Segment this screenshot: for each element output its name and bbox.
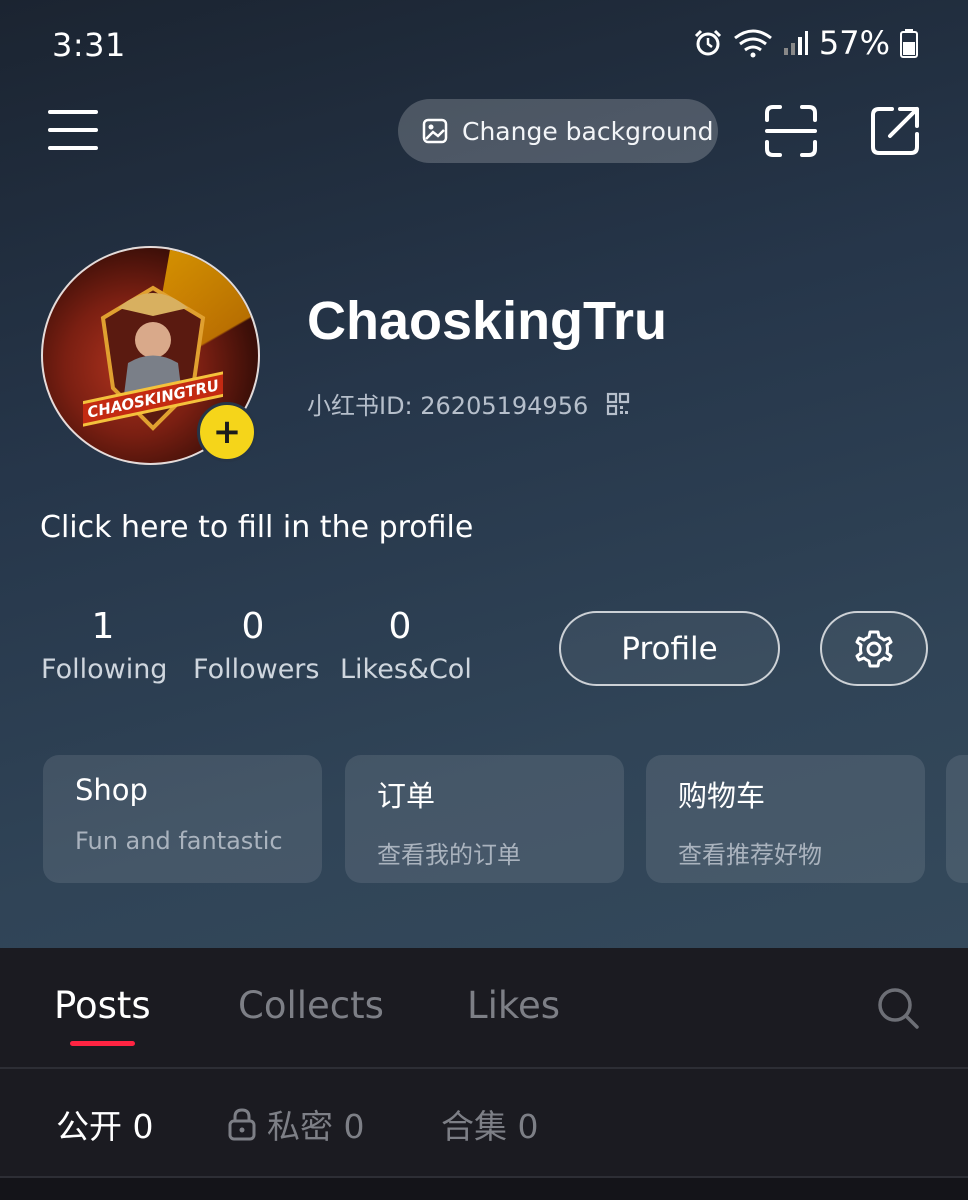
menu-button[interactable] — [48, 108, 98, 152]
card-subtitle: 查看推荐好物 — [678, 841, 822, 869]
username: ChaoskingTru — [307, 291, 668, 351]
change-background-button[interactable]: Change background — [398, 99, 718, 163]
user-id: 小红书ID: 26205194956 — [307, 386, 630, 421]
card-cart[interactable]: 购物车 查看推荐好物 — [646, 755, 925, 883]
change-background-label: Change background — [462, 116, 714, 146]
scan-button[interactable] — [764, 104, 818, 158]
add-avatar-button[interactable]: + — [197, 402, 257, 462]
alarm-icon — [693, 28, 723, 58]
scan-icon — [765, 105, 817, 157]
stat-likes-collects[interactable]: 0 Likes&Col — [340, 604, 472, 685]
card-title: 订单 — [377, 779, 436, 813]
user-id-text: 小红书ID: 26205194956 — [307, 392, 589, 420]
battery-level: 57% — [818, 24, 890, 62]
menu-icon — [48, 110, 98, 150]
stat-value: 0 — [241, 606, 265, 647]
stat-label: Following — [41, 654, 168, 685]
card-subtitle: 查看我的订单 — [377, 841, 521, 869]
gear-icon — [855, 630, 893, 667]
edit-profile-button[interactable]: Profile — [559, 611, 780, 686]
edit-profile-label: Profile — [621, 630, 718, 667]
profile-header: 3:31 57% Change background CHAOSKINGTRU … — [0, 0, 968, 948]
plus-icon: + — [212, 412, 242, 452]
qr-code-icon[interactable] — [606, 392, 630, 416]
share-button[interactable] — [868, 104, 922, 158]
tab-posts[interactable]: Posts — [54, 984, 151, 1027]
stat-followers[interactable]: 0 Followers — [193, 604, 320, 685]
tab-likes[interactable]: Likes — [467, 984, 560, 1027]
tab-collects[interactable]: Collects — [238, 984, 384, 1027]
stat-value: 1 — [91, 606, 115, 647]
status-icons: 57% — [693, 24, 918, 62]
signal-icon — [783, 30, 809, 56]
card-subtitle: Fun and fantastic — [75, 827, 283, 855]
stat-following[interactable]: 1 Following — [41, 604, 168, 685]
subtab-public[interactable]: 公开 0 — [56, 1100, 154, 1148]
subtab-private[interactable]: 私密 0 — [227, 1100, 365, 1148]
stat-label: Likes&Col — [340, 654, 472, 685]
active-tab-indicator — [70, 1041, 135, 1046]
stat-value: 0 — [388, 606, 412, 647]
battery-icon — [900, 28, 918, 58]
content-area — [0, 1178, 968, 1200]
stat-label: Followers — [193, 654, 320, 685]
subtab-label: 私密 0 — [267, 1107, 365, 1146]
wifi-icon — [733, 28, 773, 58]
subtab-label: 公开 0 — [56, 1107, 154, 1146]
search-icon — [878, 988, 919, 1029]
card-shop[interactable]: Shop Fun and fantastic — [43, 755, 322, 883]
share-icon — [871, 107, 919, 155]
subtab-label: 合集 0 — [441, 1107, 539, 1146]
card-title: Shop — [75, 773, 148, 807]
card-orders[interactable]: 订单 查看我的订单 — [345, 755, 624, 883]
subtab-collections[interactable]: 合集 0 — [441, 1100, 539, 1148]
search-button[interactable] — [876, 986, 920, 1030]
image-icon — [422, 118, 448, 144]
bio-placeholder[interactable]: Click here to fill in the profile — [40, 510, 473, 545]
card-title: 购物车 — [678, 779, 766, 813]
status-time: 3:31 — [52, 26, 126, 64]
card-next-peek[interactable] — [946, 755, 968, 883]
lock-icon — [228, 1108, 256, 1141]
settings-button[interactable] — [820, 611, 928, 686]
